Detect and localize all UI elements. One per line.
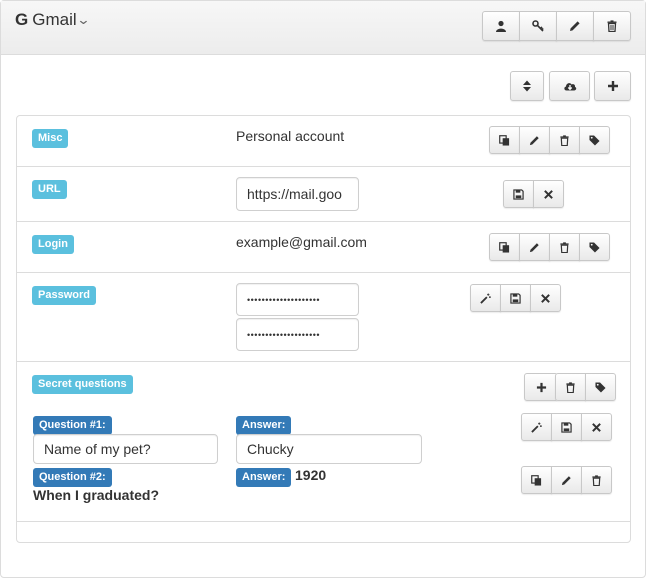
cancel-button[interactable] — [530, 284, 561, 312]
answer-1-input[interactable]: Chucky — [236, 434, 422, 464]
tag-button[interactable] — [585, 373, 616, 401]
question-1-actions — [521, 413, 612, 441]
header-actions — [482, 11, 631, 41]
password-actions — [470, 284, 561, 312]
sort-button[interactable] — [510, 71, 544, 101]
copy-icon — [499, 134, 510, 146]
add-button[interactable] — [594, 71, 631, 101]
floppy-icon — [513, 188, 524, 200]
trash-icon — [607, 20, 617, 32]
password-confirm-input[interactable]: •••••••••••••••••••• — [236, 318, 359, 351]
cancel-button[interactable] — [533, 180, 564, 208]
divider — [17, 521, 630, 522]
google-icon: G — [15, 10, 29, 29]
key-button[interactable] — [519, 11, 557, 41]
login-actions — [489, 233, 610, 261]
download-button[interactable] — [549, 71, 590, 101]
divider — [17, 221, 630, 222]
url-label: URL — [32, 180, 67, 199]
trash-icon — [592, 474, 601, 486]
copy-icon — [531, 474, 542, 486]
trash-icon — [560, 134, 569, 146]
magic-wand-icon — [480, 292, 491, 304]
plus-icon — [607, 81, 618, 91]
cloud-download-icon — [563, 83, 576, 91]
cancel-button[interactable] — [581, 413, 612, 441]
edit-button[interactable] — [519, 233, 550, 261]
user-icon — [496, 20, 506, 32]
login-label: Login — [32, 235, 74, 254]
edit-button[interactable] — [519, 126, 550, 154]
divider — [17, 166, 630, 167]
url-actions — [503, 180, 564, 208]
entry-header: G Gmail ⌄ — [1, 1, 645, 55]
fields-well: Misc Personal account URL https://mail.g… — [16, 115, 631, 543]
save-button[interactable] — [500, 284, 531, 312]
delete-button[interactable] — [549, 126, 580, 154]
copy-icon — [499, 241, 510, 253]
pencil-icon — [561, 475, 571, 485]
close-icon — [541, 293, 550, 303]
login-value: example@gmail.com — [236, 234, 367, 250]
plus-icon — [536, 382, 546, 392]
edit-button[interactable] — [556, 11, 594, 41]
generate-button[interactable] — [470, 284, 501, 312]
tag-icon — [589, 241, 600, 253]
chevron-down-icon[interactable]: ⌄ — [76, 12, 90, 28]
tag-button[interactable] — [579, 233, 610, 261]
copy-button[interactable] — [489, 126, 520, 154]
copy-button[interactable] — [489, 233, 520, 261]
tag-icon — [589, 134, 600, 146]
secret-questions-label: Secret questions — [32, 375, 133, 394]
tag-icon — [595, 381, 606, 393]
divider — [17, 361, 630, 362]
close-icon — [544, 189, 553, 199]
url-input[interactable]: https://mail.goo — [236, 177, 359, 211]
delete-button[interactable] — [549, 233, 580, 261]
answer-2-value: 1920 — [295, 467, 327, 483]
close-icon — [592, 422, 601, 432]
delete-button[interactable] — [593, 11, 631, 41]
trash-icon — [560, 241, 569, 253]
question-2-actions — [521, 466, 612, 494]
tag-button[interactable] — [579, 126, 610, 154]
misc-label: Misc — [32, 129, 69, 148]
entry-name: Gmail — [32, 10, 77, 29]
delete-button[interactable] — [555, 373, 586, 401]
copy-button[interactable] — [521, 466, 552, 494]
password-input[interactable]: •••••••••••••••••••• — [236, 283, 359, 316]
pencil-icon — [529, 242, 539, 252]
save-button[interactable] — [503, 180, 534, 208]
entry-title[interactable]: G Gmail ⌄ — [15, 10, 90, 30]
key-icon — [532, 20, 544, 32]
edit-button[interactable] — [551, 466, 582, 494]
generate-button[interactable] — [521, 413, 552, 441]
add-question-button[interactable] — [524, 373, 558, 401]
save-button[interactable] — [551, 413, 582, 441]
misc-actions — [489, 126, 610, 154]
divider — [17, 272, 630, 273]
delete-button[interactable] — [581, 466, 612, 494]
trash-icon — [566, 381, 575, 393]
answer-2-label: Answer: — [236, 468, 292, 487]
questions-actions — [555, 373, 616, 401]
question-1-input[interactable]: Name of my pet? — [33, 434, 218, 464]
answer-1-label: Answer: — [236, 416, 292, 435]
question-2-label: Question #2: — [33, 468, 112, 487]
entry-panel: G Gmail ⌄ Misc Personal account URL http… — [0, 0, 646, 578]
floppy-icon — [510, 292, 521, 304]
question-2-value: When I graduated? — [33, 487, 159, 503]
user-button[interactable] — [482, 11, 520, 41]
pencil-icon — [570, 21, 580, 31]
sort-icon — [523, 80, 531, 92]
misc-value: Personal account — [236, 128, 345, 144]
question-1-label: Question #1: — [33, 416, 112, 435]
pencil-icon — [529, 135, 539, 145]
floppy-icon — [561, 421, 572, 433]
password-label: Password — [32, 286, 96, 305]
magic-wand-icon — [531, 421, 542, 433]
